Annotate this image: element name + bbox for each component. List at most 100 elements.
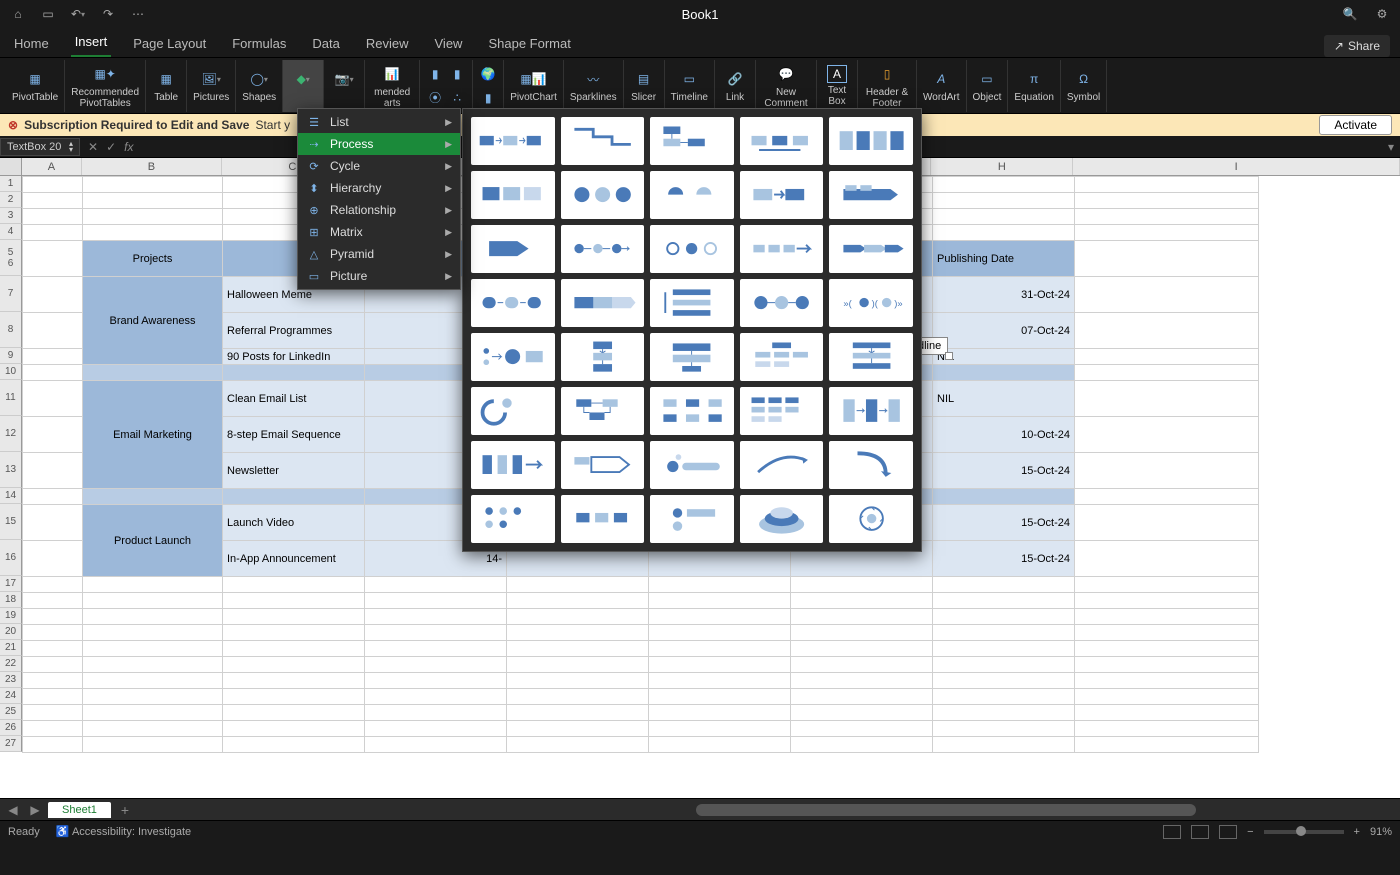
undo-icon[interactable]: ↶▾: [68, 4, 88, 24]
process-thumb[interactable]: [561, 279, 645, 327]
table-button[interactable]: ▦Table: [146, 60, 187, 112]
link-button[interactable]: 🔗Link: [715, 60, 756, 112]
process-thumb[interactable]: [829, 387, 913, 435]
sheet-tab[interactable]: Sheet1: [48, 802, 111, 818]
settings-icon[interactable]: ⚙: [1372, 4, 1392, 24]
header-footer-button[interactable]: ▯Header & Footer: [858, 60, 917, 112]
equation-button[interactable]: πEquation: [1008, 60, 1060, 112]
process-thumb[interactable]: [471, 333, 555, 381]
process-thumb[interactable]: [471, 387, 555, 435]
process-thumb[interactable]: [829, 495, 913, 543]
home-icon[interactable]: ⌂: [8, 4, 28, 24]
process-thumb[interactable]: [471, 225, 555, 273]
add-sheet-button[interactable]: +: [115, 802, 135, 818]
process-thumb[interactable]: [829, 441, 913, 489]
process-thumb[interactable]: [561, 495, 645, 543]
smartart-button[interactable]: ◆▾: [283, 60, 324, 112]
process-thumb[interactable]: [471, 171, 555, 219]
page-break-view-button[interactable]: [1219, 825, 1237, 839]
save-icon[interactable]: ▭: [38, 4, 58, 24]
tab-insert[interactable]: Insert: [71, 30, 112, 57]
process-thumb[interactable]: [740, 441, 824, 489]
process-thumb[interactable]: [650, 279, 734, 327]
col-header[interactable]: H: [931, 158, 1073, 175]
process-thumb[interactable]: [561, 171, 645, 219]
process-thumb[interactable]: [650, 387, 734, 435]
process-thumb[interactable]: [650, 117, 734, 165]
smartart-cycle[interactable]: ⟳Cycle▶: [298, 155, 460, 177]
name-box[interactable]: TextBox 20▴▾: [0, 138, 80, 156]
pivottable-button[interactable]: ▦PivotTable: [6, 60, 65, 112]
process-thumb[interactable]: [650, 495, 734, 543]
process-thumb[interactable]: [740, 279, 824, 327]
timeline-button[interactable]: ▭Timeline: [665, 60, 715, 112]
process-thumb[interactable]: [829, 171, 913, 219]
process-thumb[interactable]: [740, 387, 824, 435]
process-thumb[interactable]: »()()»: [829, 279, 913, 327]
object-button[interactable]: ▭Object: [967, 60, 1009, 112]
slicer-button[interactable]: ▤Slicer: [624, 60, 665, 112]
process-thumb[interactable]: [471, 495, 555, 543]
process-thumb[interactable]: [740, 171, 824, 219]
pictures-button[interactable]: 🖼▾Pictures: [187, 60, 236, 112]
col-header[interactable]: B: [82, 158, 222, 175]
row-header[interactable]: 1: [0, 176, 22, 192]
shapes-button[interactable]: ◯▾Shapes: [236, 60, 283, 112]
zoom-out-button[interactable]: −: [1247, 826, 1253, 838]
expand-formula-icon[interactable]: ▾: [1382, 140, 1400, 154]
process-thumb[interactable]: [650, 441, 734, 489]
tab-formulas[interactable]: Formulas: [228, 32, 290, 57]
zoom-in-button[interactable]: +: [1354, 826, 1360, 838]
new-comment-button[interactable]: 💬New Comment: [756, 60, 817, 112]
smartart-hierarchy[interactable]: ⬍Hierarchy▶: [298, 177, 460, 199]
process-thumb[interactable]: [561, 225, 645, 273]
smartart-relationship[interactable]: ⊕Relationship▶: [298, 199, 460, 221]
horizontal-scrollbar[interactable]: [696, 804, 1396, 816]
process-thumb[interactable]: [740, 225, 824, 273]
smartart-list[interactable]: ☰List▶: [298, 111, 460, 133]
sheet-nav-next[interactable]: ▶: [26, 803, 44, 817]
tab-data[interactable]: Data: [308, 32, 343, 57]
process-thumb[interactable]: [471, 441, 555, 489]
textbox-button[interactable]: AText Box: [817, 60, 858, 112]
process-thumb[interactable]: [829, 117, 913, 165]
process-thumb[interactable]: [829, 225, 913, 273]
smartart-matrix[interactable]: ⊞Matrix▶: [298, 221, 460, 243]
tab-review[interactable]: Review: [362, 32, 413, 57]
recommended-charts-button[interactable]: 📊mended arts: [365, 60, 420, 112]
symbol-button[interactable]: ΩSymbol: [1061, 60, 1107, 112]
page-layout-view-button[interactable]: [1191, 825, 1209, 839]
tab-page-layout[interactable]: Page Layout: [129, 32, 210, 57]
wordart-button[interactable]: AWordArt: [917, 60, 967, 112]
process-thumb[interactable]: [740, 333, 824, 381]
process-thumb[interactable]: [471, 117, 555, 165]
status-accessibility[interactable]: ♿ Accessibility: Investigate: [56, 825, 191, 838]
process-thumb[interactable]: [740, 495, 824, 543]
sheet-nav-prev[interactable]: ◀: [4, 803, 22, 817]
process-thumb[interactable]: [561, 117, 645, 165]
activate-button[interactable]: Activate: [1319, 115, 1392, 135]
process-thumb[interactable]: [471, 279, 555, 327]
screenshot-button[interactable]: 📷▾: [324, 60, 365, 112]
charts-group-2[interactable]: 🌍 ▮: [473, 60, 504, 112]
smartart-picture[interactable]: ▭Picture▶: [298, 265, 460, 287]
cancel-formula-icon[interactable]: ✕: [88, 140, 98, 154]
pivotchart-button[interactable]: ▦📊PivotChart: [504, 60, 564, 112]
sparklines-button[interactable]: 〰Sparklines: [564, 60, 624, 112]
zoom-level[interactable]: 91%: [1370, 826, 1392, 838]
process-thumb[interactable]: [650, 225, 734, 273]
tab-home[interactable]: Home: [10, 32, 53, 57]
charts-group[interactable]: ▮▮ ⦿∴: [420, 60, 473, 112]
process-thumb[interactable]: [561, 441, 645, 489]
col-header[interactable]: A: [22, 158, 82, 175]
share-button[interactable]: ↗ Share: [1324, 35, 1390, 57]
col-header[interactable]: I: [1073, 158, 1400, 175]
accept-formula-icon[interactable]: ✓: [106, 140, 116, 154]
search-icon[interactable]: 🔍: [1340, 4, 1360, 24]
smartart-pyramid[interactable]: △Pyramid▶: [298, 243, 460, 265]
process-thumb[interactable]: [561, 387, 645, 435]
select-all-corner[interactable]: [0, 158, 22, 175]
normal-view-button[interactable]: [1163, 825, 1181, 839]
redo-icon[interactable]: ↷: [98, 4, 118, 24]
close-icon[interactable]: ⊗: [8, 118, 18, 132]
